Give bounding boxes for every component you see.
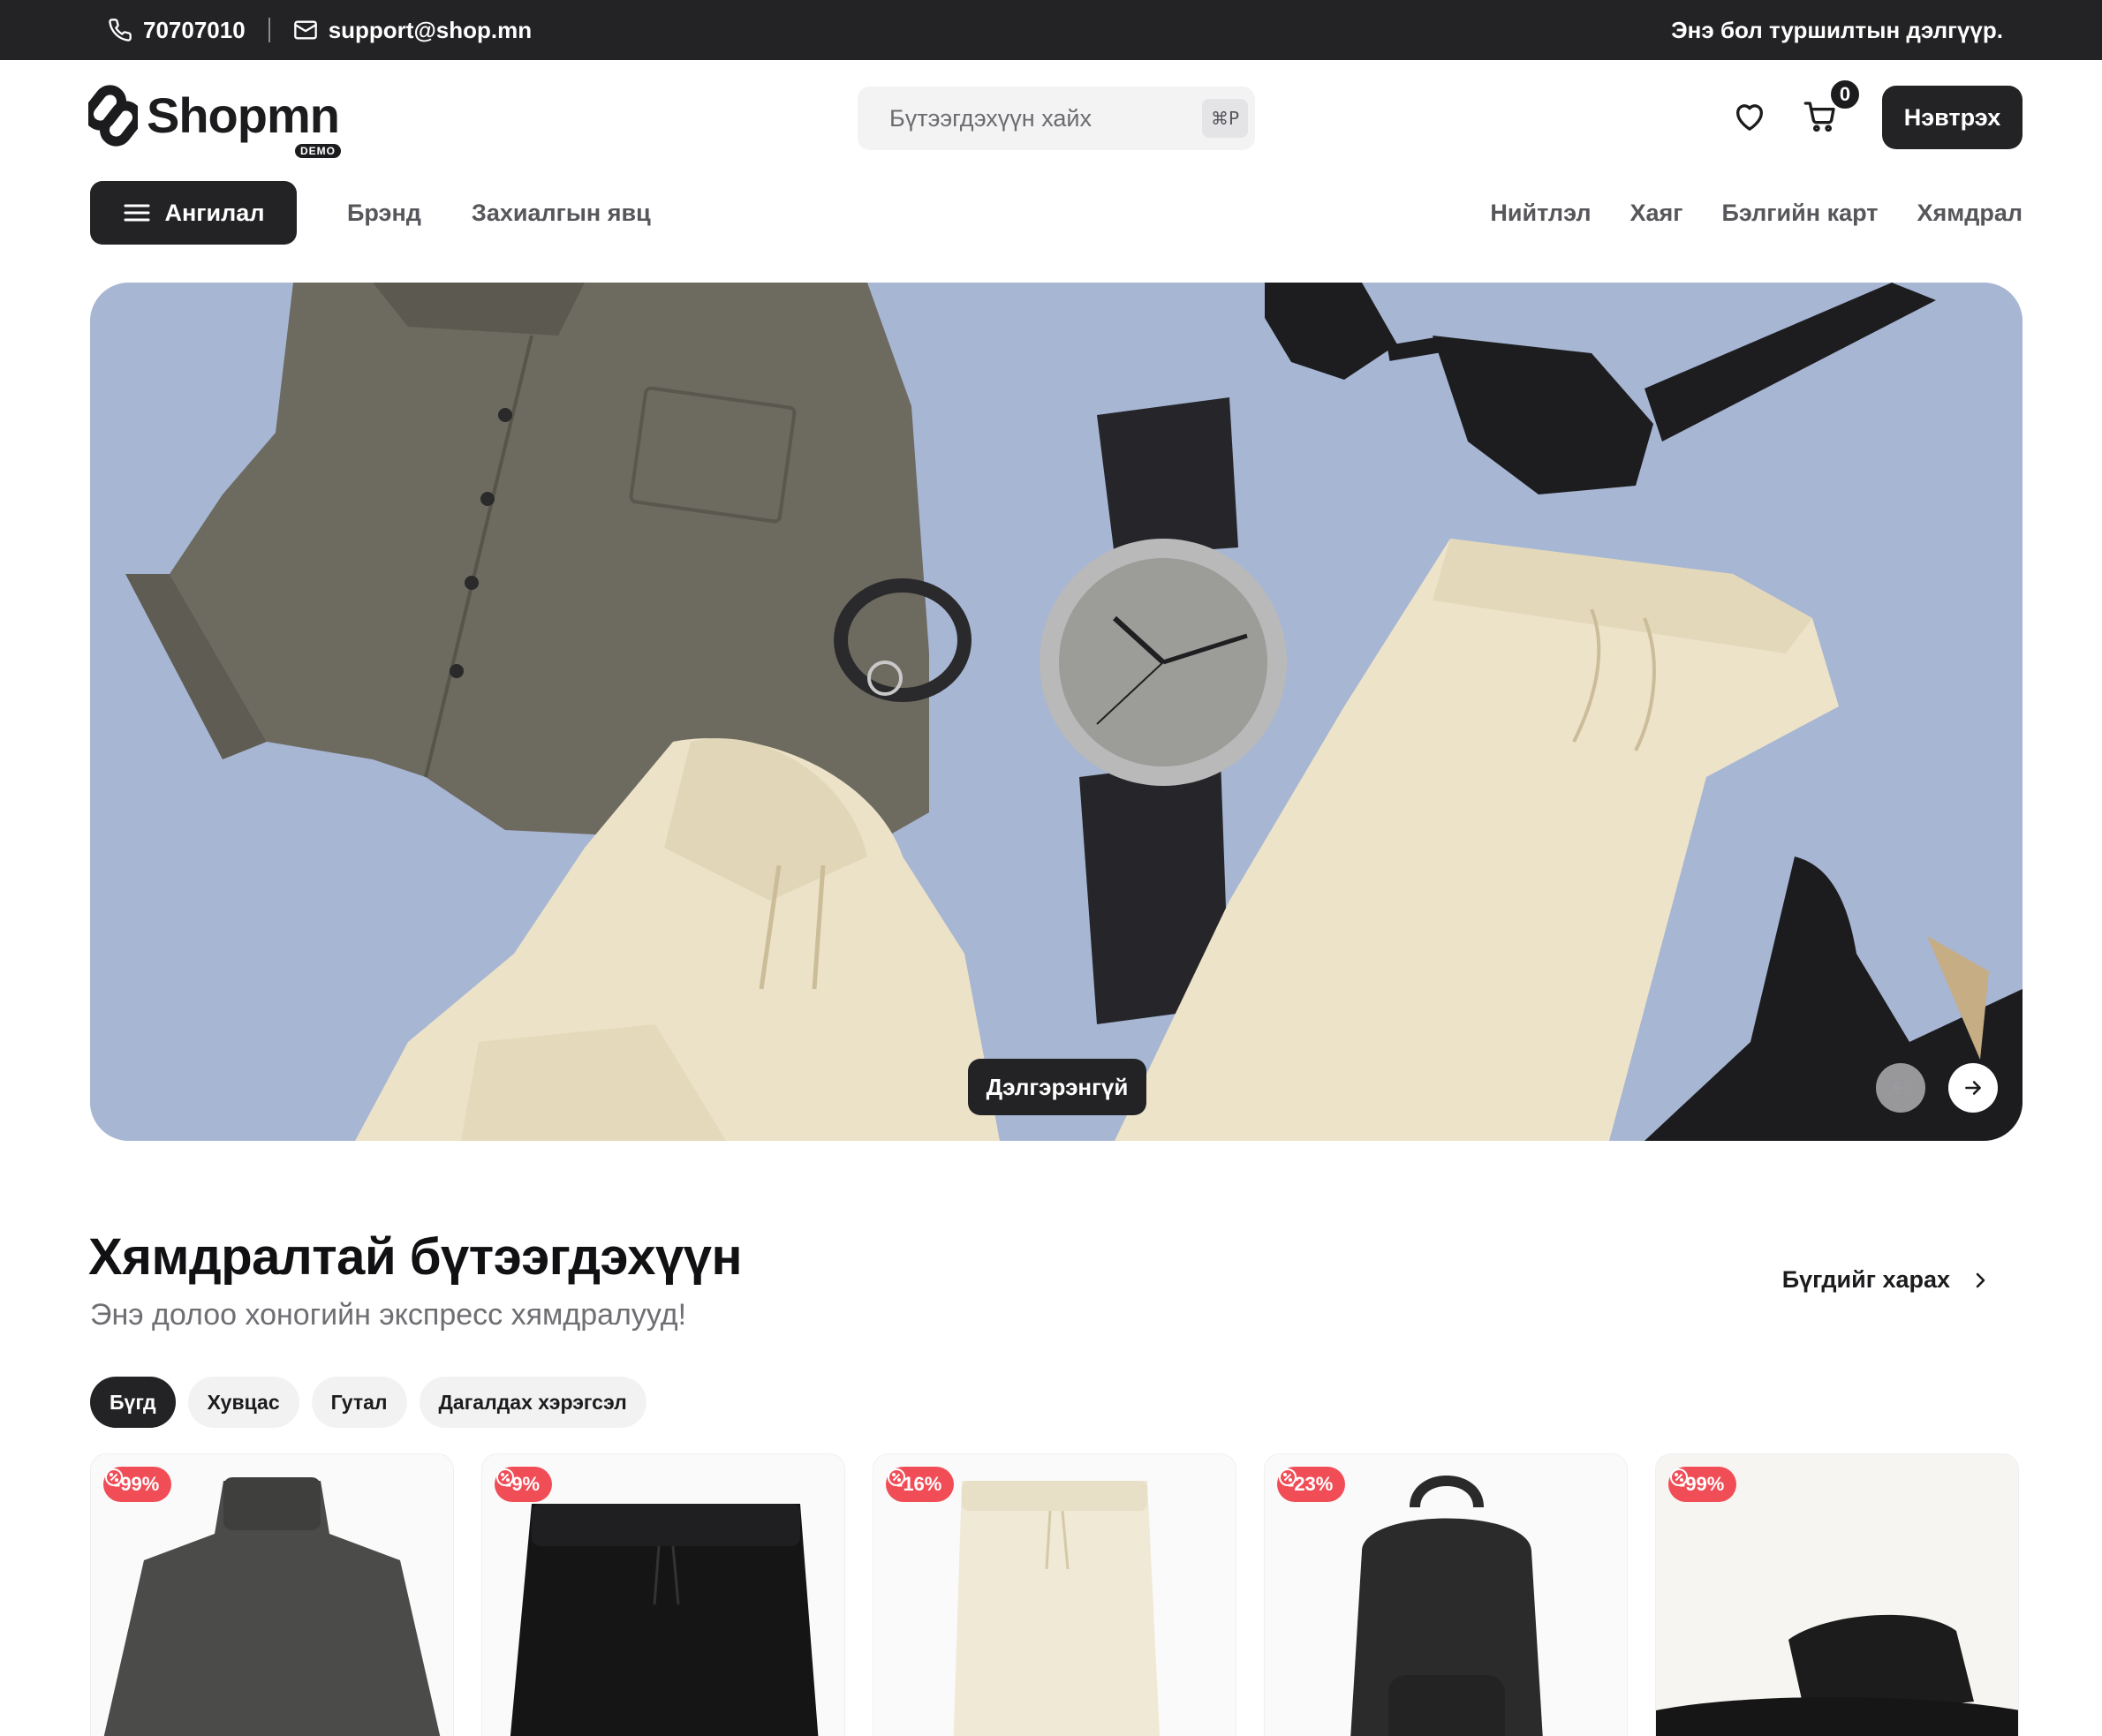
discount-badge: -23% <box>1277 1467 1346 1502</box>
view-all-label: Бүгдийг харах <box>1781 1266 1950 1293</box>
product-card[interactable]: -23% <box>1264 1453 1628 1736</box>
discount-badge: -9% <box>495 1467 553 1502</box>
percent-icon <box>496 1468 514 1486</box>
menu-icon <box>124 204 149 222</box>
chevron-right-icon <box>1976 1272 1985 1287</box>
phone-icon <box>109 19 132 42</box>
percent-icon <box>1670 1468 1688 1486</box>
nav-right: Нийтлэл Хаяг Бэлгийн карт Хямдрал <box>1490 181 2023 245</box>
cart-count-badge: 0 <box>1829 79 1861 110</box>
section-title: Хямдралтай бүтээгдэхүүн <box>88 1228 743 1286</box>
filter-chip-all[interactable]: Бүгд <box>90 1377 176 1428</box>
product-list: -99% -9% -16% -23% -99% <box>90 1453 2023 1736</box>
filter-chip-clothing[interactable]: Хувцас <box>187 1377 299 1428</box>
contact-info: 70707010 support@shop.mn <box>108 0 532 60</box>
phone-number: 70707010 <box>143 16 246 43</box>
category-label: Ангилал <box>164 199 265 226</box>
top-bar: 70707010 support@shop.mn Энэ бол туршилт… <box>0 0 2102 60</box>
store-notice: Энэ бол туршилтын дэлгүүр. <box>1671 16 2003 43</box>
nav-link-sale[interactable]: Хямдрал <box>1917 200 2023 227</box>
hero-detail-button[interactable]: Дэлгэрэнгүй <box>968 1059 1146 1115</box>
product-card[interactable]: -16% <box>873 1453 1236 1736</box>
divider <box>268 18 270 42</box>
nav-link-address[interactable]: Хаяг <box>1629 200 1682 227</box>
filter-chip-accessories[interactable]: Дагалдах хэрэгсэл <box>419 1377 646 1428</box>
arrow-right-icon <box>1965 1081 1981 1095</box>
logo-icon <box>88 85 138 147</box>
percent-icon <box>105 1468 123 1486</box>
phone-link[interactable]: 70707010 <box>108 17 246 44</box>
nav-link-order-tracking[interactable]: Захиалгын явц <box>472 200 651 227</box>
login-button[interactable]: Нэвтрэх <box>1882 86 2023 149</box>
section-subtitle: Энэ долоо хоногийн экспресс хямдралууд! <box>90 1298 687 1332</box>
view-all-link[interactable]: Бүгдийг харах <box>1782 1266 1991 1294</box>
discount-badge: -99% <box>103 1467 172 1502</box>
hero-next-button[interactable] <box>1948 1063 1998 1113</box>
percent-icon <box>888 1468 905 1486</box>
search-bar[interactable]: ⌘P <box>858 87 1255 150</box>
heart-icon[interactable] <box>1732 99 1767 134</box>
category-button[interactable]: Ангилал <box>90 181 297 245</box>
filter-chip-shoes[interactable]: Гутал <box>311 1377 407 1428</box>
nav-left: Брэнд Захиалгын явц <box>347 181 651 245</box>
email-address: support@shop.mn <box>328 16 533 43</box>
product-card[interactable]: -99% <box>1655 1453 2019 1736</box>
search-shortcut: ⌘P <box>1202 99 1249 138</box>
hero-banner[interactable]: Дэлгэрэнгүй <box>90 283 2023 1141</box>
demo-badge: DEMO <box>294 144 341 158</box>
arrow-left-icon <box>1893 1081 1909 1095</box>
mail-icon <box>293 20 317 40</box>
discount-badge: -16% <box>886 1467 955 1502</box>
nav-link-articles[interactable]: Нийтлэл <box>1490 200 1591 227</box>
logo-text: Shopmn <box>147 87 340 143</box>
logo[interactable]: Shopmn DEMO <box>88 85 341 158</box>
hero-prev-button[interactable] <box>1876 1063 1925 1113</box>
search-input[interactable] <box>889 104 1202 132</box>
percent-icon <box>1279 1468 1297 1486</box>
nav-link-gift-card[interactable]: Бэлгийн карт <box>1722 200 1879 227</box>
filter-chips: Бүгд Хувцас Гутал Дагалдах хэрэгсэл <box>90 1377 646 1428</box>
hero-image <box>90 283 2023 1141</box>
email-link[interactable]: support@shop.mn <box>293 17 532 44</box>
product-card[interactable]: -99% <box>90 1453 454 1736</box>
nav-link-brand[interactable]: Брэнд <box>347 200 421 227</box>
product-card[interactable]: -9% <box>481 1453 845 1736</box>
discount-badge: -99% <box>1668 1467 1737 1502</box>
